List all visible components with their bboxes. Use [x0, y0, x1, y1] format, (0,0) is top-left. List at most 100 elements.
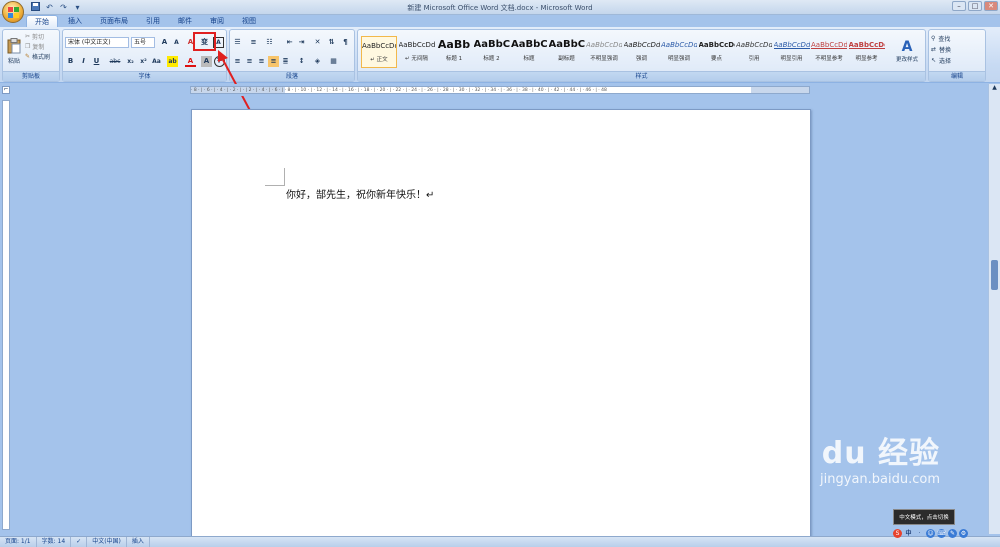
ribbon-tabs: 开始 插入 页面布局 引用 邮件 审阅 视图: [26, 15, 264, 27]
align-center-icon[interactable]: ≡: [244, 56, 255, 67]
italic-button[interactable]: I: [78, 56, 89, 67]
numbering-icon[interactable]: ≡: [248, 37, 259, 48]
sort-icon[interactable]: ⇅: [326, 37, 337, 48]
shading-icon[interactable]: ◈: [312, 56, 323, 67]
style-item[interactable]: AaBb 标题 1: [436, 36, 472, 68]
vertical-scrollbar[interactable]: ▲: [988, 84, 1000, 534]
style-item[interactable]: AaBbCcDd ↵ 正文: [361, 36, 397, 68]
highlight-box: [193, 32, 216, 51]
proofing-icon[interactable]: ✓: [71, 537, 88, 547]
style-item[interactable]: AaBbCcDd 强调: [624, 36, 660, 68]
highlight-button[interactable]: ab: [167, 56, 178, 67]
borders-icon[interactable]: ▦: [328, 56, 339, 67]
style-item[interactable]: AaBbCcDd 明显参考: [849, 36, 885, 68]
style-item[interactable]: AaBbCcDd 明显强调: [661, 36, 697, 68]
vertical-ruler[interactable]: [2, 100, 10, 530]
style-preview: AaBbCcDd: [586, 41, 622, 49]
char-shading-button[interactable]: A: [201, 56, 212, 67]
copy-icon: ❐: [25, 43, 31, 50]
document-page[interactable]: 你好，郜先生，祝你新年快乐！↵: [191, 109, 811, 539]
tab-references[interactable]: 引用: [138, 15, 168, 27]
underline-button[interactable]: U: [91, 56, 102, 67]
style-item[interactable]: AaBbCcDd 不明显参考: [811, 36, 847, 68]
superscript-button[interactable]: x²: [138, 56, 149, 67]
tab-mailings[interactable]: 邮件: [170, 15, 200, 27]
show-marks-icon[interactable]: ¶: [340, 37, 351, 48]
style-item[interactable]: AaBbCcDd ↵ 无间隔: [399, 36, 435, 68]
punctuation-icon[interactable]: ·: [915, 529, 924, 538]
sogou-icon[interactable]: S: [893, 529, 902, 538]
style-name: 要点: [710, 56, 722, 62]
status-bar: 页面: 1/1 字数: 14 ✓ 中文(中国) 插入: [0, 536, 1000, 547]
style-preview: AaBbCcDd: [773, 41, 810, 49]
font-size-combo[interactable]: 五号: [131, 37, 155, 48]
bullets-icon[interactable]: ☰: [232, 37, 243, 48]
style-item[interactable]: AaBbC 标题: [511, 36, 547, 68]
settings-icon[interactable]: ⚙: [959, 529, 968, 538]
subscript-button[interactable]: x₂: [125, 56, 136, 67]
copy-button[interactable]: ❐ 复制: [25, 42, 44, 51]
font-name-combo[interactable]: 宋体 (中文正文): [65, 37, 129, 48]
tab-view[interactable]: 视图: [234, 15, 264, 27]
enclose-char-button[interactable]: 字: [214, 56, 225, 67]
align-right-icon[interactable]: ≡: [256, 56, 267, 67]
paste-button[interactable]: 粘贴: [5, 32, 23, 70]
justify-icon[interactable]: ≡: [268, 56, 279, 67]
chinese-mode-icon[interactable]: 中: [904, 529, 913, 538]
shrink-font-button[interactable]: A: [171, 37, 182, 48]
tab-review[interactable]: 审阅: [202, 15, 232, 27]
increase-indent-icon[interactable]: ⇥: [296, 37, 307, 48]
style-item[interactable]: AaBbCcDd 引用: [736, 36, 772, 68]
select-button[interactable]: ↖ 选择: [931, 55, 951, 65]
style-item[interactable]: AaBbCcDd 要点: [699, 36, 735, 68]
style-preview: AaBbC: [548, 39, 585, 50]
change-case-button[interactable]: Aa: [151, 56, 162, 67]
tab-insert[interactable]: 插入: [60, 15, 90, 27]
decrease-indent-icon[interactable]: ⇤: [284, 37, 295, 48]
grow-font-button[interactable]: A: [159, 37, 170, 48]
font-color-button[interactable]: A: [185, 56, 196, 67]
emoji-icon[interactable]: ☺: [926, 529, 935, 538]
chinese-layout-icon[interactable]: ✕: [312, 37, 323, 48]
style-preview: AaBbCcDd: [698, 41, 735, 49]
change-styles-label: 更改样式: [895, 57, 918, 63]
status-language[interactable]: 中文(中国): [87, 537, 127, 547]
scroll-up-icon[interactable]: ▲: [989, 84, 1000, 94]
document-text[interactable]: 你好，郜先生，祝你新年快乐！↵: [286, 186, 434, 201]
style-item[interactable]: AaBbC 标题 2: [474, 36, 510, 68]
scissors-icon: ✂: [25, 33, 31, 40]
line-spacing-icon[interactable]: ↕: [296, 56, 307, 67]
bold-button[interactable]: B: [65, 56, 76, 67]
close-button[interactable]: ✕: [984, 1, 998, 11]
change-styles-button[interactable]: A 更改样式: [890, 32, 924, 70]
style-item[interactable]: AaBbCcDd 不明显强调: [586, 36, 622, 68]
format-painter-button[interactable]: ✎ 格式刷: [25, 52, 50, 61]
status-words[interactable]: 字数: 14: [37, 537, 72, 547]
status-page[interactable]: 页面: 1/1: [0, 537, 37, 547]
scroll-thumb[interactable]: [991, 260, 998, 290]
distribute-icon[interactable]: ≣: [280, 56, 291, 67]
multilevel-list-icon[interactable]: ☷: [264, 37, 275, 48]
style-item[interactable]: AaBbCcDd 明显引用: [774, 36, 810, 68]
pen-icon[interactable]: ✎: [948, 529, 957, 538]
cut-button[interactable]: ✂ 剪切: [25, 32, 44, 41]
find-label: 查找: [938, 35, 951, 43]
ime-tooltip: 中文模式，点击切换: [893, 509, 955, 525]
strikethrough-button[interactable]: abc: [107, 56, 123, 67]
office-button[interactable]: [2, 1, 24, 23]
keyboard-icon[interactable]: ⌨: [937, 529, 946, 538]
status-mode[interactable]: 插入: [127, 537, 150, 547]
align-left-icon[interactable]: ≡: [232, 56, 243, 67]
replace-button[interactable]: ⇄ 替换: [931, 44, 951, 54]
horizontal-ruler[interactable]: · 8 · | · 6 · | · 4 · | · 2 · | · | 2 · …: [190, 86, 810, 94]
style-item[interactable]: AaBbC 副标题: [549, 36, 585, 68]
style-preview: AaBbCcDd: [811, 41, 847, 49]
style-name: ↵ 无间隔: [405, 56, 428, 62]
style-name: 强调: [635, 56, 647, 62]
ruler-toggle-icon[interactable]: ⌐: [2, 86, 10, 94]
find-button[interactable]: ⚲ 查找: [931, 33, 950, 43]
minimize-button[interactable]: –: [952, 1, 966, 11]
tab-home[interactable]: 开始: [26, 15, 58, 27]
tab-page-layout[interactable]: 页面布局: [92, 15, 136, 27]
maximize-button[interactable]: □: [968, 1, 982, 11]
